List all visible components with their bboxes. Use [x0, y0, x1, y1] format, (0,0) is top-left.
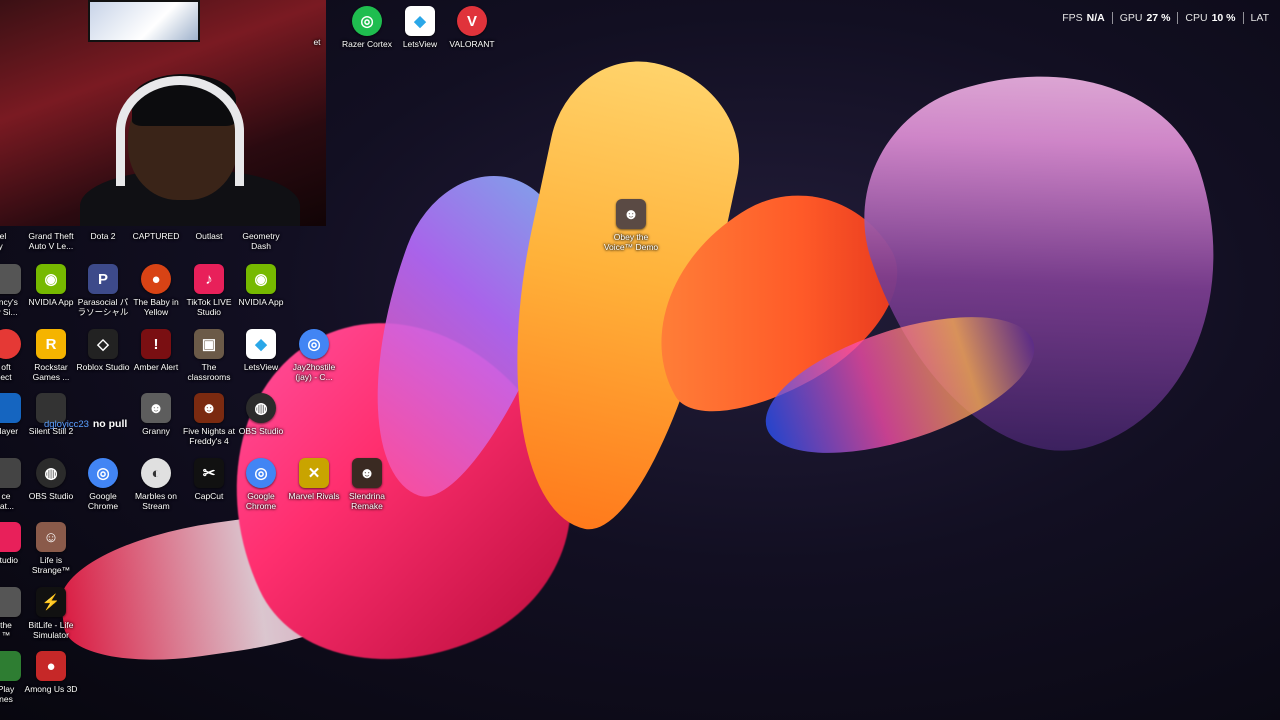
desktop-icon-roblox-studio[interactable]: ◇ Roblox Studio	[75, 329, 131, 372]
desktop-icon-captured[interactable]: CAPTURED	[128, 231, 184, 241]
desktop-icon-parasocial[interactable]: P Parasocial パラソーシャル	[75, 264, 131, 317]
app-icon	[0, 587, 21, 617]
app-icon	[0, 264, 21, 294]
classrooms-icon: ▣	[194, 329, 224, 359]
desktop-icon-nvidia-app[interactable]: ◉ NVIDIA App	[233, 264, 289, 307]
desktop-icon-rockstar-games[interactable]: R Rockstar Games ...	[23, 329, 79, 382]
obs-icon: ◍	[246, 393, 276, 423]
chrome-icon: ◎	[246, 458, 276, 488]
marbles-icon: ◐	[141, 458, 171, 488]
nvidia-icon: ◉	[36, 264, 66, 294]
bitlife-icon: ⚡	[36, 587, 66, 617]
desktop-icon-obs-studio[interactable]: ◍ OBS Studio	[23, 458, 79, 501]
desktop-icon-letsview[interactable]: ◆ LetsView	[392, 6, 448, 49]
gpu-stat: GPU 27 %	[1111, 12, 1178, 24]
desktop-icon-geometry-dash[interactable]: Geometry Dash	[233, 231, 289, 251]
app-icon	[0, 393, 21, 423]
valorant-icon: V	[457, 6, 487, 36]
among-us-icon: ●	[36, 651, 66, 681]
desktop-icon-letsview[interactable]: ◆ LetsView	[233, 329, 289, 372]
parasocial-icon: P	[88, 264, 118, 294]
marvel-rivals-icon: ✕	[299, 458, 329, 488]
baby-in-yellow-icon: ●	[141, 264, 171, 294]
fnaf-icon: ☻	[194, 393, 224, 423]
roblox-icon: ◇	[88, 329, 118, 359]
app-icon	[0, 651, 21, 681]
desktop-icon-label[interactable]: rmel rty	[0, 231, 18, 251]
webcam-tv	[88, 0, 200, 42]
app-icon	[0, 458, 21, 488]
desktop-icon-baby-in-yellow[interactable]: ● The Baby in Yellow	[128, 264, 184, 317]
nvidia-icon: ◉	[246, 264, 276, 294]
capcut-icon: ✂	[194, 458, 224, 488]
desktop-icon-dota2[interactable]: Dota 2	[75, 231, 131, 241]
rockstar-icon: R	[36, 329, 66, 359]
desktop-icon-tiktok-live-studio[interactable]: ♪ TikTok LIVE Studio	[181, 264, 237, 317]
desktop-icon-marbles-on-stream[interactable]: ◐ Marbles on Stream	[128, 458, 184, 511]
obs-icon: ◍	[36, 458, 66, 488]
app-icon	[0, 329, 21, 359]
lat-stat: LAT	[1242, 12, 1280, 24]
desktop-icon-obey-the-voice-demo[interactable]: ☻ Obey the Voice™ Demo	[603, 199, 659, 252]
obey-the-voice-icon: ☻	[616, 199, 646, 229]
desktop-icon-razer-cortex[interactable]: ◎ Razer Cortex	[339, 6, 395, 49]
letsview-icon: ◆	[246, 329, 276, 359]
app-icon	[0, 522, 21, 552]
desktop-icon-marvel-rivals[interactable]: ✕ Marvel Rivals	[286, 458, 342, 501]
desktop-icon-among-us-3d[interactable]: ● Among Us 3D	[23, 651, 79, 694]
performance-overlay: FPS N/A GPU 27 % CPU 10 % LAT	[1055, 12, 1280, 24]
fps-stat: FPS N/A	[1062, 12, 1105, 24]
desktop-icon-slendrina-remake[interactable]: ☻ Slendrina Remake	[339, 458, 395, 511]
desktop-icon-outlast[interactable]: Outlast	[181, 231, 237, 241]
stream-chat-message: dgloyicc23 no pull	[44, 418, 127, 430]
cpu-stat: CPU 10 %	[1177, 12, 1242, 24]
desktop-icon-gta5[interactable]: Grand Theft Auto V Le...	[23, 231, 79, 251]
tiktok-icon: ♪	[194, 264, 224, 294]
desktop-icon-label-partial[interactable]: et	[300, 37, 334, 47]
desktop-icon-google-chrome[interactable]: ◎ Google Chrome	[75, 458, 131, 511]
life-is-strange-icon: ☺	[36, 522, 66, 552]
chrome-icon: ◎	[88, 458, 118, 488]
desktop-icon-the-classrooms[interactable]: ▣ The classrooms	[181, 329, 237, 382]
granny-icon: ☻	[141, 393, 171, 423]
amber-alert-icon: !	[141, 329, 171, 359]
desktop-icon-granny[interactable]: ☻ Granny	[128, 393, 184, 436]
chat-text: no pull	[92, 418, 128, 430]
chrome-icon: ◎	[299, 329, 329, 359]
desktop-icon-bitlife[interactable]: ⚡ BitLife - Life Simulator	[23, 587, 79, 640]
chat-username: dgloyicc23	[44, 419, 89, 430]
desktop-icon-chrome-profile[interactable]: ◎ Jay2hostile (jay) - C...	[286, 329, 342, 382]
desktop-icon-nvidia-app[interactable]: ◉ NVIDIA App	[23, 264, 79, 307]
desktop-icon-fnaf4[interactable]: ☻ Five Nights at Freddy's 4	[181, 393, 237, 446]
desktop-icon-obs-studio[interactable]: ◍ OBS Studio	[233, 393, 289, 436]
webcam-headset	[116, 76, 244, 186]
desktop-icon-amber-alert[interactable]: ! Amber Alert	[128, 329, 184, 372]
desktop-icon-google-chrome[interactable]: ◎ Google Chrome	[233, 458, 289, 511]
razer-cortex-icon: ◎	[352, 6, 382, 36]
desktop-icon-life-is-strange[interactable]: ☺ Life is Strange™	[23, 522, 79, 575]
webcam-overlay	[0, 0, 326, 226]
desktop-icon-capcut[interactable]: ✂ CapCut	[181, 458, 237, 501]
letsview-icon: ◆	[405, 6, 435, 36]
slendrina-icon: ☻	[352, 458, 382, 488]
desktop-icon-valorant[interactable]: V VALORANT	[444, 6, 500, 49]
